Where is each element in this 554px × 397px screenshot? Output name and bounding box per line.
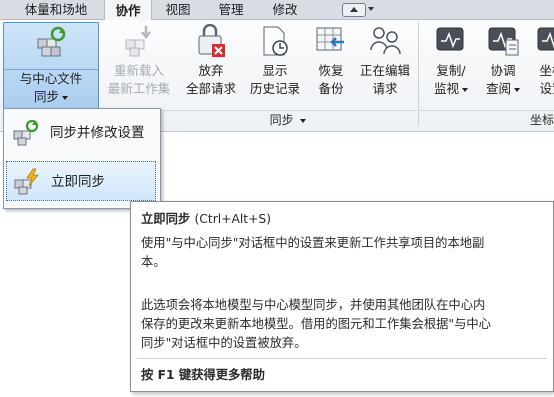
restore-backup-button[interactable]: 恢复 备份 <box>310 22 352 108</box>
coordination-review-icon <box>488 27 519 56</box>
menu-item-sync-modify-settings-label: 同步并修改设置 <box>50 125 145 141</box>
coordination-settings-label-1: 坐标 <box>539 63 554 78</box>
sync-with-central-button[interactable]: 与中心文件 同步 <box>3 22 99 110</box>
editing-requests-button[interactable]: 正在编辑 请求 <box>354 22 416 108</box>
copy-monitor-button[interactable]: 复制/ 监视 <box>428 22 474 108</box>
menu-item-sync-now[interactable]: 立即同步 <box>6 161 156 201</box>
show-history-button[interactable]: 显示 历史记录 <box>244 22 306 108</box>
reload-latest-label-2: 最新工作集 <box>107 81 171 96</box>
relinquish-all-label-2: 全部请求 <box>185 81 236 96</box>
tab-collaborate[interactable]: 协作 <box>104 0 152 20</box>
chevron-down-icon[interactable] <box>62 95 68 100</box>
tooltip-shortcut: (Ctrl+Alt+S) <box>194 212 272 226</box>
coordination-review-label-1: 协调 <box>490 63 516 78</box>
tooltip-help-hint: 按 F1 键获得更多帮助 <box>141 368 265 382</box>
panel-coordinate-label: 坐标 <box>420 110 554 129</box>
menu-item-sync-now-label: 立即同步 <box>51 174 105 190</box>
restore-backup-icon <box>316 27 344 51</box>
menu-item-sync-modify-settings[interactable]: 同步并修改设置 <box>6 113 156 153</box>
tooltip-desc-line: 本。 <box>141 255 166 269</box>
reload-latest-label-1: 重新载入 <box>113 63 164 78</box>
sync-with-central-label-2: 同步 <box>33 89 59 104</box>
reload-latest-button[interactable]: 重新载入 最新工作集 <box>104 22 174 108</box>
chevron-down-icon[interactable] <box>300 118 307 123</box>
copy-monitor-label-2: 监视 <box>433 81 459 96</box>
coordination-settings-button[interactable]: 坐标 设置 <box>532 22 554 108</box>
relinquish-all-label-1: 放弃 <box>198 63 224 78</box>
coordination-review-label-2: 查阅 <box>485 81 511 96</box>
editing-requests-label-2: 请求 <box>372 81 398 96</box>
chevron-down-icon[interactable] <box>514 87 520 92</box>
sync-with-central-top[interactable] <box>4 25 98 70</box>
copy-monitor-label-1: 复制/ <box>436 63 466 78</box>
coordination-settings-label-2: 设置 <box>539 81 554 96</box>
tooltip-divider <box>137 358 547 359</box>
restore-backup-label-1: 恢复 <box>318 63 344 78</box>
panel-synchronize-label[interactable]: 同步 <box>160 110 416 129</box>
sync-dropdown-menu: 同步并修改设置 立即同步 <box>3 108 161 209</box>
coordinates-icon <box>537 27 554 51</box>
chevron-down-icon[interactable] <box>462 87 468 92</box>
panel-separator <box>418 22 419 126</box>
copy-monitor-icon <box>436 27 464 51</box>
sync-now-icon <box>14 168 39 195</box>
tab-manage[interactable]: 管理 <box>208 0 254 19</box>
relinquish-all-icon <box>198 24 225 57</box>
show-history-label-2: 历史记录 <box>249 81 300 96</box>
sync-now-tooltip: 立即同步 (Ctrl+Alt+S) 使用"与中心同步"对话框中的设置来更新工作共… <box>130 201 554 392</box>
tab-modify[interactable]: 修改 <box>262 0 308 19</box>
tab-view[interactable]: 视图 <box>158 0 198 19</box>
tooltip-desc-line: 使用"与中心同步"对话框中的设置来更新工作共享项目的本地副 <box>141 236 485 250</box>
relinquish-all-button[interactable]: 放弃 全部请求 <box>180 22 242 108</box>
panel-synchronize-title: 同步 <box>269 113 294 127</box>
editing-requests-label-1: 正在编辑 <box>359 63 410 78</box>
editing-requests-icon <box>370 27 401 55</box>
tooltip-details: 此选项会将本地模型与中心模型同步，并使用其他团队在中心内 保存的更改来更新本地模… <box>141 296 543 353</box>
tab-massing-site[interactable]: 体量和场地 <box>14 0 98 19</box>
tooltip-detail-line: 同步"对话框中的设置被放弃。 <box>141 336 307 350</box>
tooltip-title-text: 立即同步 <box>141 212 191 226</box>
panel-coordinate-title: 坐标 <box>529 113 554 127</box>
ribbon-options-dropdown-icon[interactable] <box>368 7 374 11</box>
sync-modify-settings-icon <box>13 119 39 146</box>
tooltip-detail-line: 保存的更改来更新本地模型。借用的图元和工作集会根据"与中心 <box>141 317 491 331</box>
restore-backup-label-2: 备份 <box>318 81 344 96</box>
coordination-review-button[interactable]: 协调 查阅 <box>480 22 526 108</box>
reload-latest-icon <box>125 26 151 57</box>
show-history-icon <box>263 26 288 56</box>
ribbon-minimize-icon[interactable] <box>342 3 366 17</box>
tooltip-title: 立即同步 (Ctrl+Alt+S) <box>141 210 271 229</box>
sync-central-icon <box>37 26 66 57</box>
tooltip-description: 使用"与中心同步"对话框中的设置来更新工作共享项目的本地副 本。 <box>141 234 543 272</box>
ribbon-tab-strip: 体量和场地 协作 视图 管理 修改 <box>0 0 554 20</box>
tooltip-detail-line: 此选项会将本地模型与中心模型同步，并使用其他团队在中心内 <box>141 298 486 312</box>
sync-with-central-label-1: 与中心文件 <box>19 71 83 86</box>
show-history-label-1: 显示 <box>262 63 288 78</box>
